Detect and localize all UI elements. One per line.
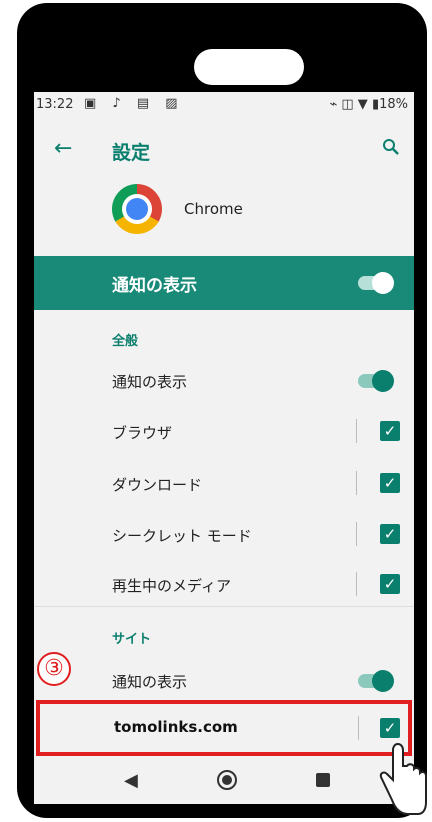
- checkbox-incognito[interactable]: ✓: [380, 524, 400, 544]
- toggle-knob: [372, 670, 394, 692]
- checkbox-browser[interactable]: ✓: [380, 421, 400, 441]
- master-toggle-label: 通知の表示: [112, 276, 197, 296]
- row-divider: [356, 471, 357, 495]
- nav-back-icon[interactable]: ◀: [124, 770, 138, 791]
- page-title: 設定: [112, 142, 151, 164]
- site-row-tomolinks[interactable]: tomolinks.com ✓: [36, 700, 412, 756]
- back-arrow-icon[interactable]: ←: [54, 136, 72, 161]
- general-notification-row[interactable]: 通知の表示: [34, 354, 414, 408]
- row-label: 通知の表示: [112, 673, 188, 691]
- step-number-badge: ③: [37, 652, 71, 686]
- app-info-row: Chrome: [34, 184, 414, 242]
- checkbox-tomolinks[interactable]: ✓: [380, 718, 400, 738]
- checkbox-media[interactable]: ✓: [380, 574, 400, 594]
- row-label: 通知の表示: [112, 373, 188, 391]
- notification-icons: ▣ ♪ ▤ ▨: [84, 96, 184, 111]
- channel-row-browser[interactable]: ブラウザ ✓: [34, 405, 414, 459]
- section-divider: [34, 606, 414, 607]
- channel-row-download[interactable]: ダウンロード ✓: [34, 457, 414, 511]
- row-divider: [356, 419, 357, 443]
- master-toggle-switch[interactable]: [358, 272, 394, 294]
- row-label: シークレット モード: [112, 527, 252, 545]
- android-nav-bar: ◀: [34, 760, 414, 804]
- section-header-sites: サイト: [112, 632, 152, 647]
- app-bar: ← 設定: [34, 126, 414, 174]
- section-header-general: 全般: [112, 334, 139, 349]
- row-divider: [358, 716, 359, 740]
- site-notification-toggle[interactable]: [358, 670, 394, 692]
- chrome-logo-icon: [112, 184, 162, 234]
- status-time: 13:22: [36, 97, 74, 112]
- app-name: Chrome: [184, 200, 243, 218]
- row-label: ダウンロード: [112, 476, 203, 494]
- checkbox-download[interactable]: ✓: [380, 473, 400, 493]
- pointing-hand-icon: [378, 740, 428, 818]
- row-label: 再生中のメディア: [112, 577, 231, 595]
- row-divider: [356, 572, 357, 596]
- toggle-knob: [372, 272, 394, 294]
- row-label: ブラウザ: [112, 424, 173, 442]
- nav-recents-icon[interactable]: [316, 773, 330, 787]
- status-bar: 13:22 ▣ ♪ ▤ ▨ ⌁ ◫ ▼ ▮18%: [34, 92, 414, 118]
- system-status-icons: ⌁ ◫ ▼ ▮18%: [329, 97, 408, 112]
- channel-row-incognito[interactable]: シークレット モード ✓: [34, 508, 414, 562]
- master-notification-toggle-row[interactable]: 通知の表示: [34, 256, 414, 310]
- search-icon[interactable]: [382, 138, 400, 161]
- general-notification-toggle[interactable]: [358, 370, 394, 392]
- toggle-knob: [372, 370, 394, 392]
- channel-row-media[interactable]: 再生中のメディア ✓: [34, 558, 414, 612]
- phone-notch: [194, 49, 304, 85]
- row-divider: [356, 522, 357, 546]
- site-label: tomolinks.com: [114, 718, 238, 736]
- nav-home-icon[interactable]: [217, 770, 237, 790]
- android-screen: 13:22 ▣ ♪ ▤ ▨ ⌁ ◫ ▼ ▮18% ← 設定 Chrome 通知の…: [34, 92, 414, 804]
